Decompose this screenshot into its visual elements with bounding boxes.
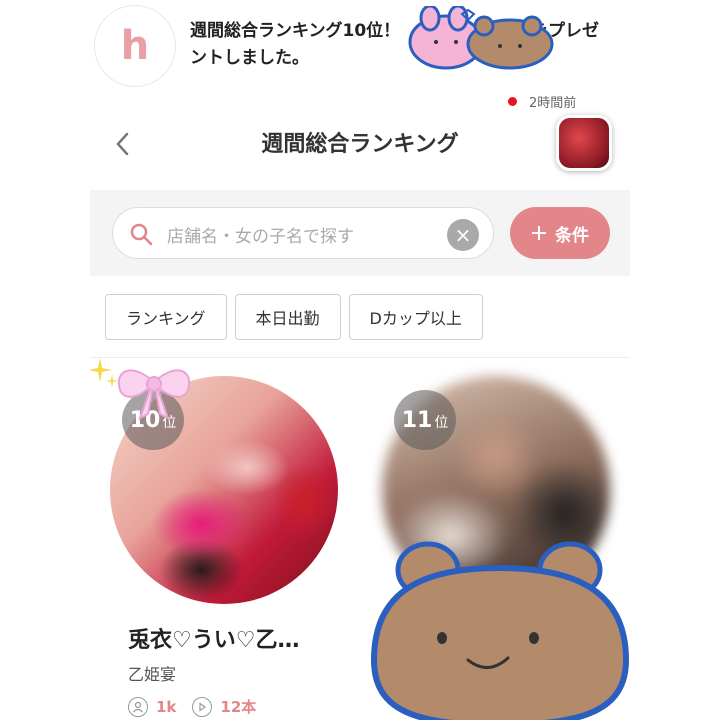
unread-dot-icon [508, 97, 517, 106]
ribbon-bow-icon [117, 369, 191, 420]
condition-button-label: 条件 [555, 225, 589, 246]
rank-suffix: 位 [434, 415, 449, 431]
page-header: 週間総合ランキング [90, 112, 630, 172]
rank-number: 11 [401, 407, 433, 433]
sparkle-icon [90, 358, 118, 388]
chip-today-working[interactable]: 本日出勤 [234, 294, 341, 340]
bear-sticker-icon [370, 541, 630, 720]
bunny-bear-sticker-icon [408, 6, 554, 70]
notification-time-label: 2時間前 [529, 96, 577, 111]
notification-time: 2時間前 [508, 92, 576, 111]
app-logo-letter: h [120, 23, 150, 69]
condition-button[interactable]: 条件 [510, 207, 610, 259]
section-divider [90, 357, 630, 358]
follower-count: 1k [156, 697, 177, 716]
shop-name[interactable]: 乙姫宴 [128, 661, 176, 685]
search-icon [130, 223, 153, 246]
profile-thumbnail[interactable] [556, 115, 612, 171]
page-title: 週間総合ランキング [261, 132, 459, 157]
plus-icon [532, 226, 546, 240]
chip-d-cup[interactable]: Dカップ以上 [348, 294, 483, 340]
notification-banner[interactable]: h 週間総合ランキング10位！ Pをプレゼントしました。 2時間前 [0, 0, 720, 112]
ranking-card[interactable]: 10 位 兎衣♡うい♡乙… 乙姫宴 1k 12本 [110, 376, 350, 717]
app-logo: h [94, 5, 176, 87]
close-icon: × [454, 223, 472, 247]
filter-chips: ランキング 本日出勤 Dカップ以上 [105, 294, 483, 340]
video-count: 12本 [220, 698, 257, 716]
rank-badge: 11 位 [394, 390, 456, 450]
person-icon [128, 696, 148, 717]
search-area: 店舗名・女の子名で探す × 条件 [90, 190, 630, 276]
chip-ranking[interactable]: ランキング [105, 294, 227, 340]
play-icon [192, 696, 213, 717]
cast-name[interactable]: 兎衣♡うい♡乙… [128, 622, 299, 654]
card-stats: 1k 12本 [128, 696, 256, 717]
search-input[interactable]: 店舗名・女の子名で探す × [112, 207, 494, 259]
clear-search-button[interactable]: × [447, 219, 479, 251]
search-placeholder: 店舗名・女の子名で探す [167, 227, 354, 247]
